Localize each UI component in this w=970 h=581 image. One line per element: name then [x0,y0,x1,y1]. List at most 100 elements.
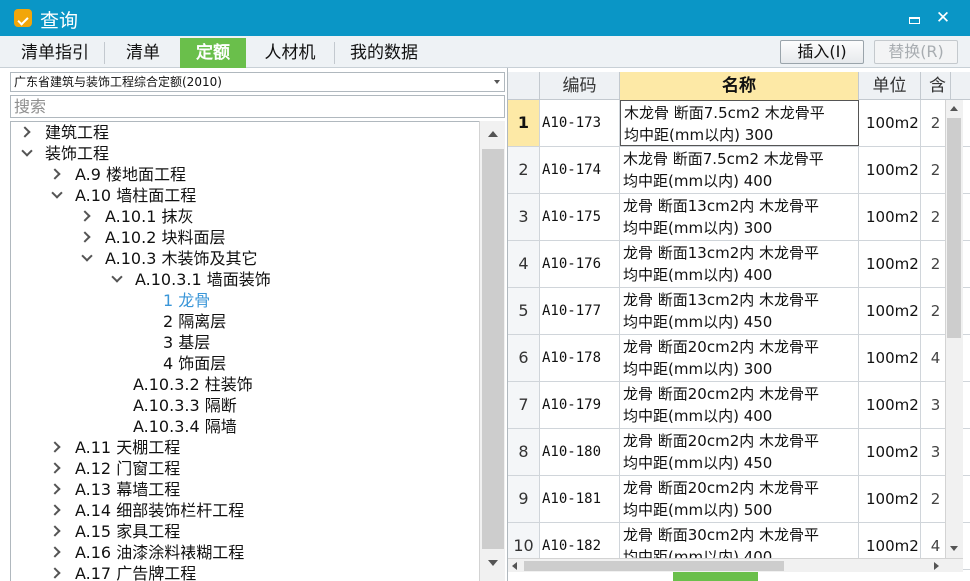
tree-node[interactable]: A.10.3.1 墙面装饰 [111,269,271,290]
tab-list-guide[interactable]: 清单指引 [10,38,100,68]
insert-button[interactable]: 插入(I) [780,40,864,64]
chevron-right-icon[interactable] [49,441,61,453]
table-row[interactable]: 6 A10-178 龙骨 断面20cm2内 木龙骨平 均中距(mm以内) 300 100… [508,335,970,382]
table-row[interactable]: 1 A10-173 木龙骨 断面7.5cm2 木龙骨平 均中距(mm以内) 300 10… [508,100,970,147]
header-name[interactable]: 名称 [620,72,859,100]
close-icon[interactable]: ✕ [932,7,954,29]
quota-name[interactable]: 龙骨 断面13cm2内 木龙骨平 均中距(mm以内) 450 [620,288,859,334]
chevron-down-icon[interactable] [111,271,123,283]
table-row[interactable]: 7 A10-179 龙骨 断面20cm2内 木龙骨平 均中距(mm以内) 400 100… [508,382,970,429]
table-row[interactable]: 5 A10-177 龙骨 断面13cm2内 木龙骨平 均中距(mm以内) 450 100… [508,288,970,335]
tab-list[interactable]: 清单 [110,38,176,68]
scroll-down-icon[interactable] [950,546,958,551]
tree-node[interactable]: A.11 天棚工程 [49,437,180,458]
quota-name[interactable]: 龙骨 断面20cm2内 木龙骨平 均中距(mm以内) 500 [620,476,859,522]
quota-name[interactable]: 龙骨 断面20cm2内 木龙骨平 均中距(mm以内) 400 [620,382,859,428]
scroll-thumb[interactable] [524,561,784,571]
quota-code[interactable]: A10-179 [540,382,620,428]
quota-unit[interactable]: 100m2 [859,147,921,193]
tree-node[interactable]: A.10.3.2 柱装饰 [115,374,253,395]
grid-hscrollbar[interactable] [508,558,963,572]
chevron-right-icon[interactable] [49,567,61,579]
quota-code[interactable]: A10-181 [540,476,620,522]
quota-unit[interactable]: 100m2 [859,241,921,287]
replace-button[interactable]: 替换(R) [874,40,958,64]
chevron-down-icon[interactable] [51,187,63,199]
chevron-right-icon[interactable] [49,483,61,495]
scroll-up-icon[interactable] [950,106,958,111]
chevron-right-icon[interactable] [49,504,61,516]
tree-node[interactable]: A.10.3.3 隔断 [115,395,237,416]
tree-node[interactable]: A.10 墙柱面工程 [51,185,196,206]
chevron-right-icon[interactable] [49,462,61,474]
tree-node[interactable]: A.17 广告牌工程 [49,563,196,581]
quota-unit[interactable]: 100m2 [859,382,921,428]
quota-code[interactable]: A10-178 [540,335,620,381]
quota-name[interactable]: 木龙骨 断面7.5cm2 木龙骨平 均中距(mm以内) 400 [620,147,859,193]
quota-name[interactable]: 龙骨 断面13cm2内 木龙骨平 均中距(mm以内) 300 [620,194,859,240]
quota-code[interactable]: A10-174 [540,147,620,193]
chevron-down-icon[interactable] [21,145,33,157]
quota-code[interactable]: A10-176 [540,241,620,287]
scroll-up-icon[interactable] [488,131,498,137]
scroll-down-icon[interactable] [488,560,498,566]
table-row[interactable]: 3 A10-175 龙骨 断面13cm2内 木龙骨平 均中距(mm以内) 300 100… [508,194,970,241]
quota-unit[interactable]: 100m2 [859,429,921,475]
quota-unit[interactable]: 100m2 [859,288,921,334]
search-input[interactable]: 搜索 [10,95,505,118]
scroll-thumb[interactable] [947,118,961,338]
chevron-right-icon[interactable] [49,525,61,537]
quota-name[interactable]: 龙骨 断面20cm2内 木龙骨平 均中距(mm以内) 450 [620,429,859,475]
tree-scrollbar[interactable] [479,121,505,581]
tree-node[interactable]: A.12 门窗工程 [49,458,180,479]
tree-node[interactable]: 2 隔离层 [145,311,226,332]
grid-vscrollbar[interactable] [945,100,963,558]
quota-library-select[interactable]: 广东省建筑与装饰工程综合定额(2010) [10,72,505,92]
scroll-right-icon[interactable] [934,562,939,570]
header-content[interactable]: 含 [921,72,951,100]
tree-node[interactable]: 3 基层 [145,332,210,353]
quota-unit[interactable]: 100m2 [859,100,921,146]
chevron-down-icon[interactable] [81,250,93,262]
header-code[interactable]: 编码 [540,72,620,100]
tree-node[interactable]: A.10.3 木装饰及其它 [81,248,257,269]
tree-node[interactable]: A.14 细部装饰栏杆工程 [49,500,244,521]
chevron-right-icon[interactable] [79,231,91,243]
scroll-left-icon[interactable] [512,562,517,570]
restore-icon[interactable] [903,7,925,29]
tab-labor-material[interactable]: 人材机 [250,38,330,68]
tree-node[interactable]: 建筑工程 [19,122,109,143]
chevron-right-icon[interactable] [49,546,61,558]
quota-name[interactable]: 龙骨 断面13cm2内 木龙骨平 均中距(mm以内) 400 [620,241,859,287]
chevron-right-icon[interactable] [49,168,61,180]
tree-node[interactable]: 装饰工程 [21,143,109,164]
quota-code[interactable]: A10-175 [540,194,620,240]
header-unit[interactable]: 单位 [859,72,921,100]
quota-unit[interactable]: 100m2 [859,476,921,522]
quota-code[interactable]: A10-173 [540,100,620,146]
tab-quota[interactable]: 定额 [180,38,246,68]
chevron-right-icon[interactable] [19,126,31,138]
tree-node[interactable]: A.9 楼地面工程 [49,164,186,185]
tab-my-data[interactable]: 我的数据 [338,38,430,68]
table-row[interactable]: 2 A10-174 木龙骨 断面7.5cm2 木龙骨平 均中距(mm以内) 400 10… [508,147,970,194]
scroll-thumb[interactable] [482,149,504,549]
tree-node[interactable]: A.13 幕墙工程 [49,479,180,500]
tree-node[interactable]: A.10.1 抹灰 [79,206,193,227]
quota-name[interactable]: 龙骨 断面20cm2内 木龙骨平 均中距(mm以内) 300 [620,335,859,381]
quota-code[interactable]: A10-180 [540,429,620,475]
table-row[interactable]: 9 A10-181 龙骨 断面20cm2内 木龙骨平 均中距(mm以内) 500 100… [508,476,970,523]
table-row[interactable]: 4 A10-176 龙骨 断面13cm2内 木龙骨平 均中距(mm以内) 400 100… [508,241,970,288]
tree-node[interactable]: A.16 油漆涂料裱糊工程 [49,542,244,563]
quota-unit[interactable]: 100m2 [859,194,921,240]
tree-node[interactable]: A.10.2 块料面层 [79,227,225,248]
panel-resize-handle[interactable] [673,572,758,581]
tree-node[interactable]: A.10.3.4 隔墙 [115,416,237,437]
tree-node[interactable]: 4 饰面层 [145,353,226,374]
tree-node[interactable]: A.15 家具工程 [49,521,180,542]
chevron-right-icon[interactable] [79,210,91,222]
quota-code[interactable]: A10-177 [540,288,620,334]
quota-unit[interactable]: 100m2 [859,335,921,381]
quota-name[interactable]: 木龙骨 断面7.5cm2 木龙骨平 均中距(mm以内) 300 [620,100,859,146]
tree-node[interactable]: 1 龙骨 [145,290,210,311]
